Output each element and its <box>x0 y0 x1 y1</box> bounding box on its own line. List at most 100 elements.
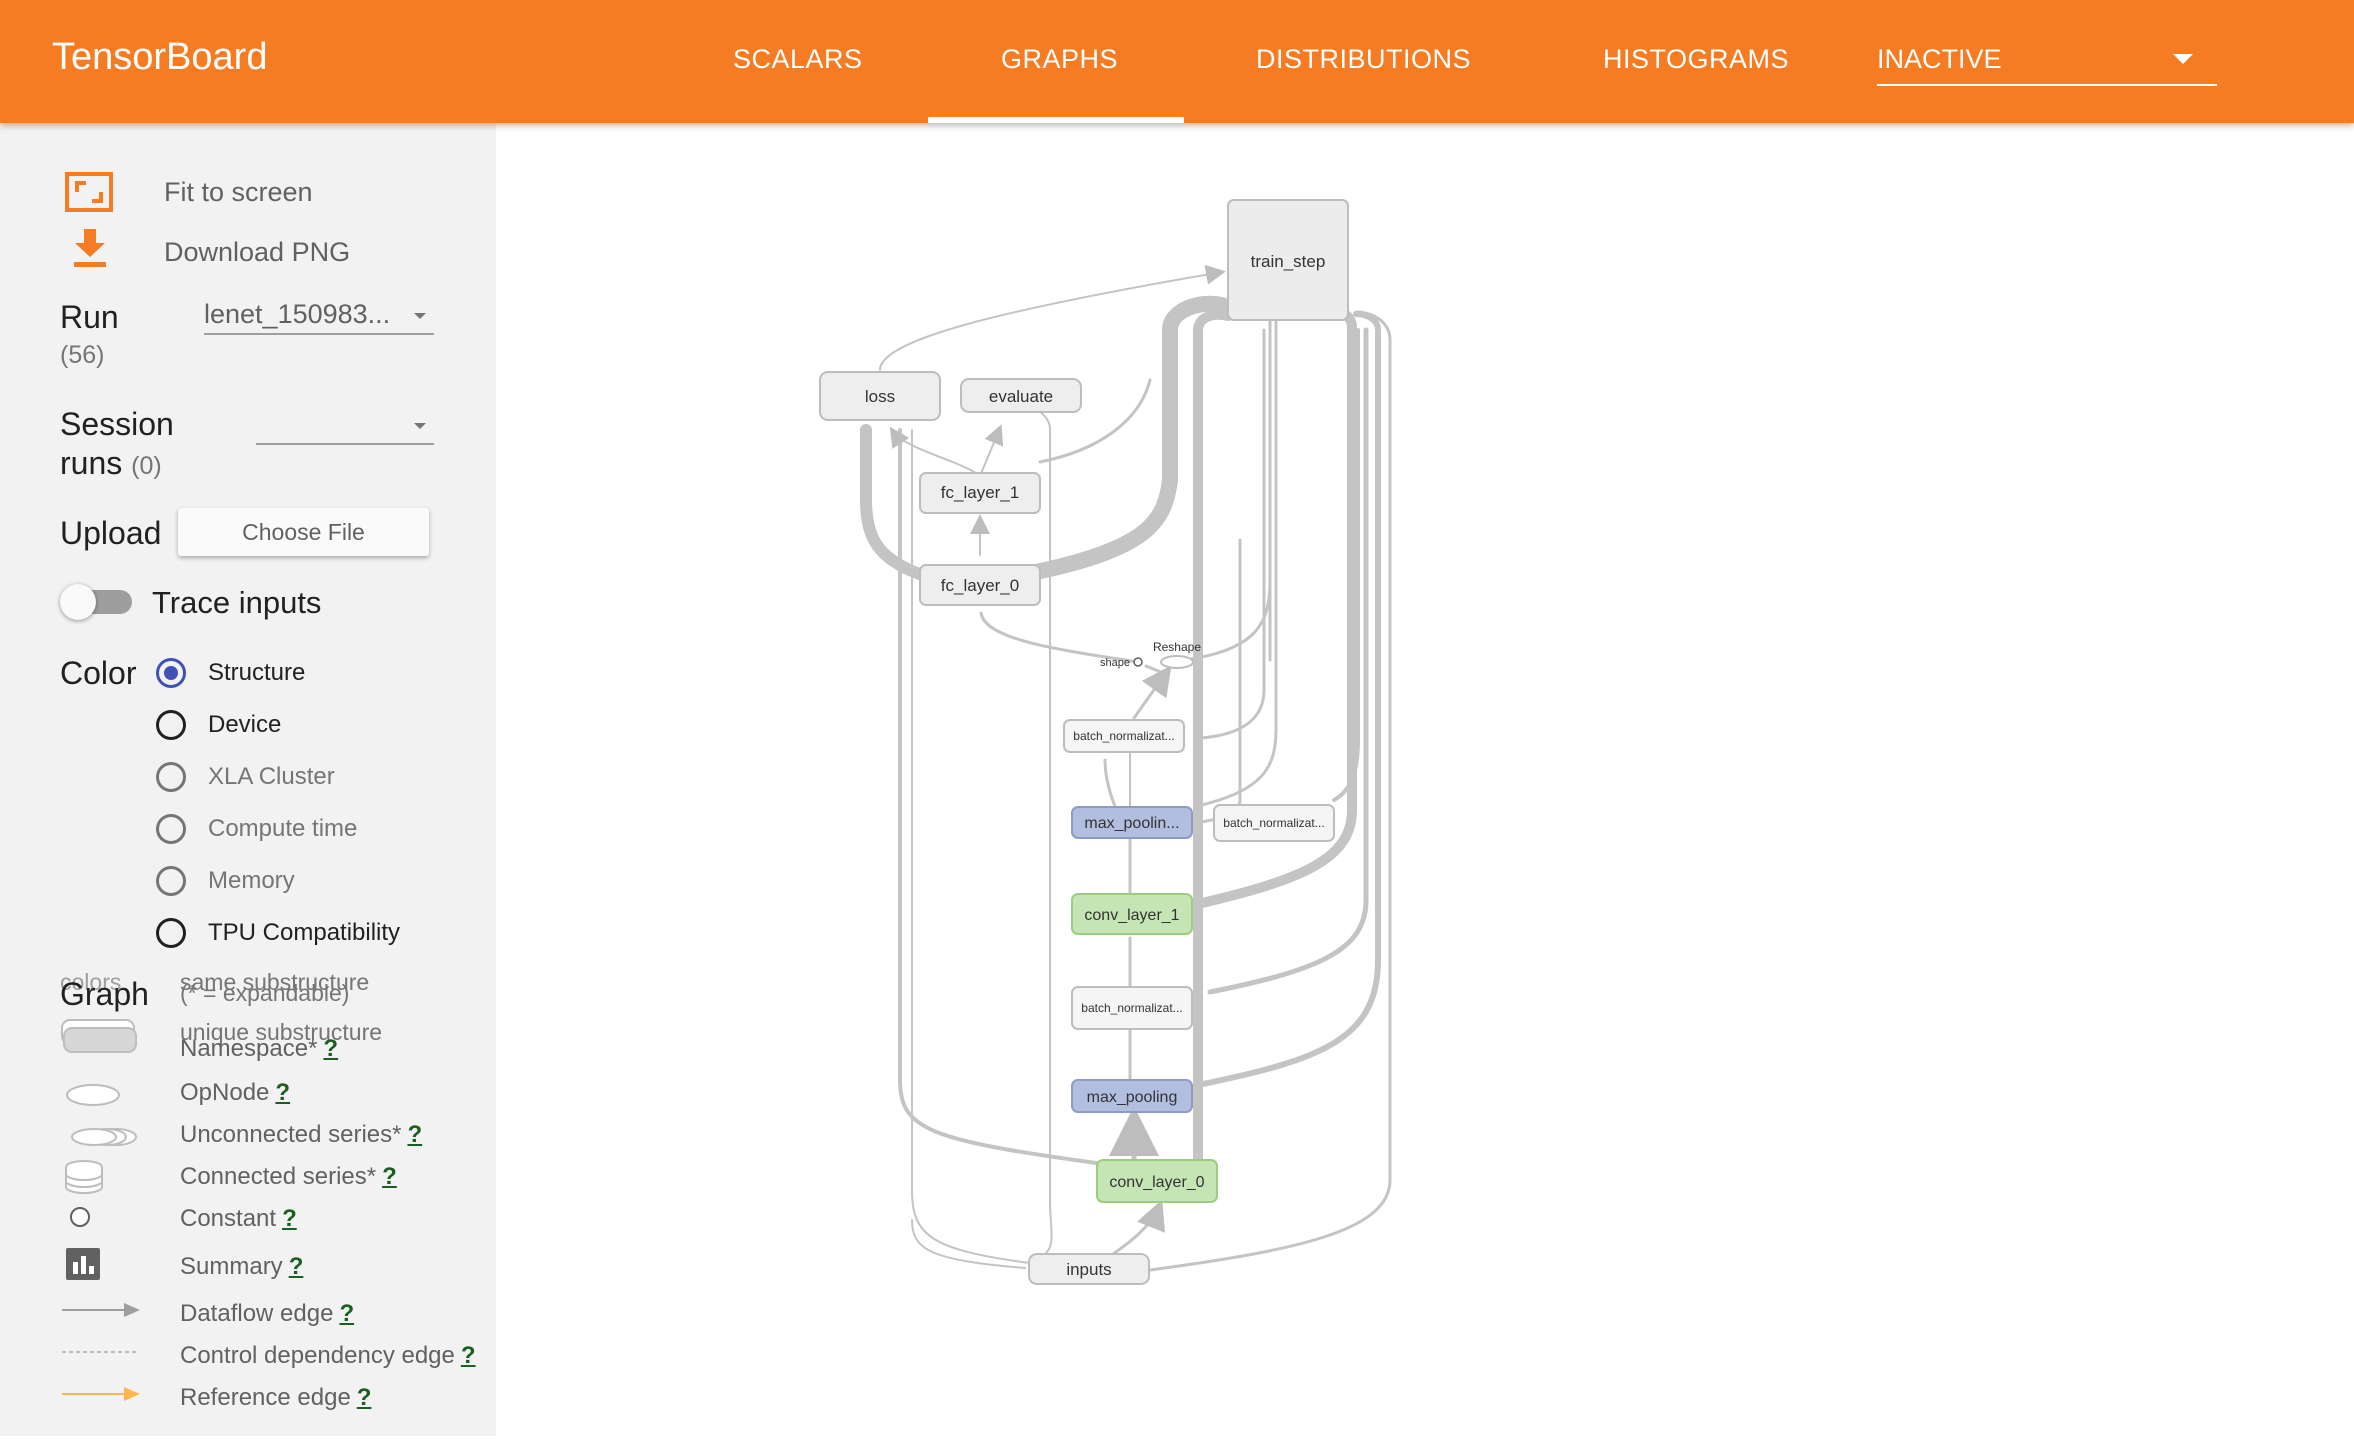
dataflow-edge-legend-icon <box>62 1303 140 1317</box>
legend-summary: Summary? <box>180 1253 304 1280</box>
node-label: evaluate <box>989 387 1053 406</box>
radio-compute-time-label: Compute time <box>208 815 358 842</box>
graph-sidebar: Fit to screen Download PNG Run (56) lene… <box>0 123 496 1436</box>
app-title: TensorBoard <box>52 36 268 78</box>
inactive-plugins-dropdown[interactable]: INACTIVE <box>1877 44 2217 86</box>
tab-scalars[interactable]: SCALARS <box>733 44 863 75</box>
radio-xla-cluster[interactable] <box>156 762 186 792</box>
run-label: Run <box>60 299 119 335</box>
top-app-bar: TensorBoard SCALARS GRAPHS DISTRIBUTIONS… <box>0 0 2354 123</box>
legend-reference-edge: Reference edge? <box>180 1384 372 1411</box>
radio-compute-time[interactable] <box>156 814 186 844</box>
upload-label: Upload <box>60 515 162 551</box>
node-label: batch_normalizat... <box>1081 1001 1182 1015</box>
radio-tpu-compatibility-label: TPU Compatibility <box>208 919 401 946</box>
namespace-legend-icon <box>61 1019 137 1053</box>
trace-inputs-label: Trace inputs <box>152 585 322 620</box>
legend-control-dependency-edge: Control dependency edge? <box>180 1342 476 1369</box>
radio-structure-label: Structure <box>208 659 306 686</box>
namespace-help-link[interactable]: ? <box>323 1035 338 1062</box>
reference-edge-legend-icon <box>62 1387 140 1401</box>
color-label: Color <box>60 655 137 691</box>
radio-xla-cluster-label: XLA Cluster <box>208 763 335 790</box>
graph-legend-title: Graph <box>60 976 149 1012</box>
node-label: max_pooling <box>1087 1089 1178 1106</box>
node-label: conv_layer_0 <box>1109 1174 1204 1191</box>
reference-edge-help-link[interactable]: ? <box>357 1384 372 1411</box>
graph-svg[interactable]: train_step loss evaluate fc_layer_1 fc_l… <box>496 123 2354 1436</box>
node-loss[interactable]: loss <box>819 371 941 421</box>
node-batch-normalization-c[interactable]: batch_normalizat... <box>1071 986 1193 1030</box>
connected-series-help-link[interactable]: ? <box>382 1163 397 1190</box>
opnode-legend-icon <box>66 1084 120 1106</box>
fit-to-screen-button[interactable]: Fit to screen <box>164 177 313 208</box>
radio-memory[interactable] <box>156 866 186 896</box>
tab-histograms[interactable]: HISTOGRAMS <box>1603 44 1789 75</box>
dataflow-edge-help-link[interactable]: ? <box>339 1300 354 1327</box>
radio-device-label: Device <box>208 711 282 738</box>
legend-unconnected-series: Unconnected series*? <box>180 1121 423 1148</box>
node-label: Reshape <box>1153 640 1201 654</box>
node-label: fc_layer_1 <box>941 483 1019 502</box>
trace-inputs-toggle[interactable] <box>60 584 134 620</box>
legend-namespace: Namespace*? <box>180 1035 339 1062</box>
node-batch-normalization-a[interactable]: batch_normalizat... <box>1063 719 1185 753</box>
choose-file-button[interactable]: Choose File <box>178 508 429 556</box>
run-select[interactable]: lenet_150983... <box>204 299 434 335</box>
session-runs-label-2: runs (0) <box>60 445 162 481</box>
node-label: inputs <box>1066 1260 1111 1279</box>
node-label: max_poolin... <box>1084 815 1179 832</box>
radio-tpu-compatibility[interactable] <box>156 918 186 948</box>
download-icon[interactable] <box>72 229 108 269</box>
expandable-note: (* = expandable) <box>180 980 350 1006</box>
chevron-down-icon <box>2173 54 2193 64</box>
tab-distributions[interactable]: DISTRIBUTIONS <box>1256 44 1471 75</box>
node-conv-layer-0[interactable]: conv_layer_0 <box>1096 1159 1218 1203</box>
radio-device[interactable] <box>156 710 186 740</box>
node-train-step[interactable]: train_step <box>1227 199 1349 321</box>
node-label: loss <box>865 387 895 406</box>
summary-icon <box>66 1248 100 1280</box>
unconnected-series-help-link[interactable]: ? <box>407 1121 422 1148</box>
graph-edges <box>860 264 1392 1272</box>
radio-structure[interactable] <box>156 658 186 688</box>
legend-constant: Constant? <box>180 1205 297 1232</box>
graph-canvas[interactable]: train_step loss evaluate fc_layer_1 fc_l… <box>496 123 2354 1436</box>
node-evaluate[interactable]: evaluate <box>960 378 1082 413</box>
control-dependency-edge-help-link[interactable]: ? <box>461 1342 476 1369</box>
session-runs-select[interactable] <box>256 409 434 445</box>
chevron-down-icon <box>414 313 426 319</box>
inactive-dropdown-value: INACTIVE <box>1877 44 2002 74</box>
node-label: train_step <box>1251 252 1326 271</box>
session-runs-label: Session <box>60 406 174 442</box>
node-label: shape <box>1100 657 1130 669</box>
toggle-knob <box>60 584 96 620</box>
radio-memory-label: Memory <box>208 867 295 894</box>
chevron-down-icon <box>414 423 426 429</box>
run-count: (56) <box>60 341 105 369</box>
tab-graphs[interactable]: GRAPHS <box>1001 44 1118 75</box>
node-batch-normalization-b[interactable]: batch_normalizat... <box>1213 804 1335 842</box>
node-fc-layer-0[interactable]: fc_layer_0 <box>919 564 1041 606</box>
node-max-pooling-1[interactable]: max_poolin... <box>1071 806 1193 839</box>
node-label: batch_normalizat... <box>1073 729 1174 743</box>
connected-series-legend-icon <box>65 1160 103 1194</box>
node-shape-constant[interactable]: shape <box>1100 657 1143 669</box>
fit-to-screen-icon[interactable] <box>64 171 114 213</box>
control-dependency-edge-legend-icon <box>62 1351 138 1353</box>
download-png-button[interactable]: Download PNG <box>164 237 350 268</box>
node-label: fc_layer_0 <box>941 576 1019 595</box>
constant-legend-icon <box>70 1207 90 1227</box>
node-label: batch_normalizat... <box>1223 816 1324 830</box>
unconnected-series-legend-icon <box>71 1128 137 1146</box>
constant-help-link[interactable]: ? <box>282 1205 297 1232</box>
node-max-pooling-0[interactable]: max_pooling <box>1071 1079 1193 1113</box>
opnode-help-link[interactable]: ? <box>275 1079 290 1106</box>
node-conv-layer-1[interactable]: conv_layer_1 <box>1071 893 1193 935</box>
legend-opnode: OpNode? <box>180 1079 291 1106</box>
active-tab-indicator <box>928 117 1184 123</box>
node-inputs[interactable]: inputs <box>1028 1253 1150 1285</box>
session-runs-count: (0) <box>131 452 162 480</box>
summary-help-link[interactable]: ? <box>289 1253 304 1280</box>
node-fc-layer-1[interactable]: fc_layer_1 <box>919 472 1041 514</box>
